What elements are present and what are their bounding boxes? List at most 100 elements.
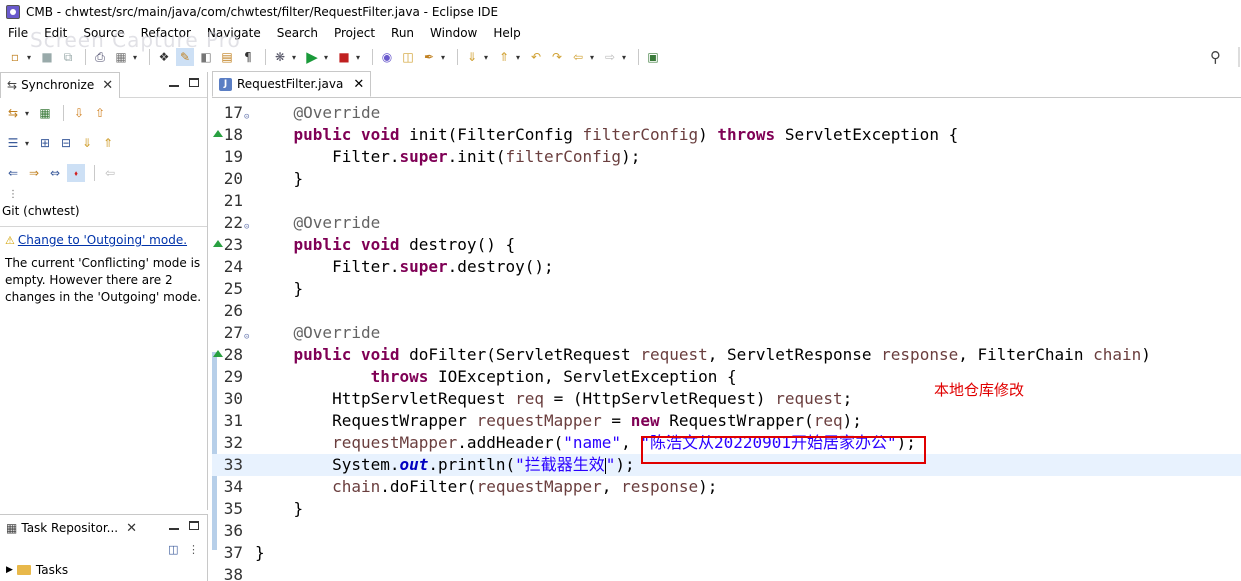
code-line[interactable]: 36 — [212, 520, 1241, 542]
run-dropdown-icon[interactable]: ▾ — [324, 53, 331, 62]
code-line[interactable]: 37} — [212, 542, 1241, 564]
save-all-icon[interactable]: ⧉ — [59, 48, 77, 66]
menu-help[interactable]: Help — [485, 26, 528, 40]
code-line[interactable]: 35 } — [212, 498, 1241, 520]
code-line[interactable]: 18 public void init(FilterConfig filterC… — [212, 124, 1241, 146]
change-mode-link-text[interactable]: Change to 'Outgoing' mode. — [18, 233, 187, 247]
save-icon[interactable]: ■ — [38, 48, 56, 66]
prev-annotation-icon[interactable]: ⇑ — [495, 48, 513, 66]
override-marker-icon[interactable] — [213, 240, 223, 247]
minimize-icon[interactable] — [169, 85, 179, 87]
outgoing-mode-icon[interactable]: ⇒ — [25, 164, 43, 182]
forward-dropdown-icon[interactable]: ▾ — [622, 53, 629, 62]
code-line[interactable]: 34 chain.doFilter(requestMapper, respons… — [212, 476, 1241, 498]
conflicting-mode-icon[interactable]: ⬪ — [67, 164, 85, 182]
code-line[interactable]: 26 — [212, 300, 1241, 322]
code-line[interactable]: 20 } — [212, 168, 1241, 190]
next-annotation-icon[interactable]: ⇓ — [463, 48, 481, 66]
annotation-dropdown-icon[interactable]: ▾ — [441, 53, 448, 62]
tab-task-repositories[interactable]: ▦ Task Repositor... ✕ — [0, 515, 144, 541]
open-type-icon[interactable]: ✎ — [176, 48, 194, 66]
back-icon[interactable]: ⇦ — [569, 48, 587, 66]
build-icon[interactable]: ▦ — [112, 48, 130, 66]
print-icon[interactable]: ⎙ — [91, 48, 109, 66]
forward-icon[interactable]: ⇨ — [601, 48, 619, 66]
chevron-right-icon[interactable]: ▶ — [6, 565, 13, 575]
push-icon[interactable]: ⇧ — [91, 104, 109, 122]
code-line[interactable]: 29 throws IOException, ServletException … — [212, 366, 1241, 388]
close-icon[interactable]: ✕ — [353, 77, 364, 92]
remove-icon[interactable]: ⇦ — [101, 164, 119, 182]
code-line[interactable]: 22 ⊝ @Override — [212, 212, 1241, 234]
synchronize-dropdown-icon[interactable]: ▾ — [25, 109, 32, 118]
menu-run[interactable]: Run — [383, 26, 422, 40]
menu-source[interactable]: Source — [75, 26, 132, 40]
build-dropdown-icon[interactable]: ▾ — [133, 53, 140, 62]
search-icon[interactable]: ⚲ — [1210, 48, 1221, 66]
code-line[interactable]: 17 ⊝ @Override — [212, 102, 1241, 124]
code-line[interactable]: 38 — [212, 564, 1241, 581]
menu-edit[interactable]: Edit — [36, 26, 75, 40]
code-line[interactable]: 24 Filter.super.destroy(); — [212, 256, 1241, 278]
collapse-all-icon[interactable]: ⊟ — [57, 134, 75, 152]
debug-dropdown-icon[interactable]: ▾ — [292, 53, 299, 62]
tree-item-tasks[interactable]: ▶ Tasks — [6, 563, 68, 577]
tab-requestfilter-java[interactable]: J RequestFilter.java ✕ — [212, 71, 372, 97]
more-options-icon[interactable]: ⋮ — [188, 543, 199, 556]
menu-refactor[interactable]: Refactor — [133, 26, 199, 40]
override-marker-icon[interactable] — [213, 350, 223, 357]
pull-icon[interactable]: ⇩ — [70, 104, 88, 122]
back-dropdown-icon[interactable]: ▾ — [590, 53, 597, 62]
override-marker-icon[interactable] — [213, 130, 223, 137]
prev-diff-icon[interactable]: ⇑ — [99, 134, 117, 152]
pin-icon[interactable]: ▦ — [36, 104, 54, 122]
new-dropdown-icon[interactable]: ▾ — [27, 53, 34, 62]
add-repository-icon[interactable]: ◫ — [168, 543, 178, 556]
show-whitespace-icon[interactable]: ▤ — [218, 48, 236, 66]
next-diff-icon[interactable]: ⇓ — [78, 134, 96, 152]
expand-all-icon[interactable]: ⊞ — [36, 134, 54, 152]
annotation-icon[interactable]: ✒ — [420, 48, 438, 66]
last-edit-icon[interactable]: ↶ — [527, 48, 545, 66]
open-task-icon[interactable]: ◉ — [378, 48, 396, 66]
run-external-icon[interactable]: ■ — [335, 48, 353, 66]
menu-project[interactable]: Project — [326, 26, 383, 40]
maximize-icon[interactable] — [189, 78, 199, 87]
open-folder-icon[interactable]: ◫ — [399, 48, 417, 66]
synchronize-mode-icon[interactable]: ⇆ — [4, 104, 22, 122]
pilcrow-icon[interactable]: ¶ — [239, 48, 257, 66]
code-line[interactable]: 25 } — [212, 278, 1241, 300]
code-area[interactable]: 17 ⊝ @Override 18 public void init(FilterC… — [212, 102, 1241, 581]
both-mode-icon[interactable]: ⇔ — [46, 164, 64, 182]
close-icon[interactable]: ✕ — [126, 521, 137, 536]
code-line[interactable]: 28 public void doFilter(ServletRequest r… — [212, 344, 1241, 366]
maximize-icon[interactable] — [189, 521, 199, 530]
layout-icon[interactable]: ☰ — [4, 134, 22, 152]
tab-synchronize[interactable]: ⇆ Synchronize ✕ — [0, 71, 121, 98]
change-mode-link[interactable]: ⚠ Change to 'Outgoing' mode. — [5, 233, 203, 247]
external-dropdown-icon[interactable]: ▾ — [356, 53, 363, 62]
minimize-icon[interactable] — [169, 528, 179, 530]
incoming-mode-icon[interactable]: ⇐ — [4, 164, 22, 182]
last-edit-forward-icon[interactable]: ↷ — [548, 48, 566, 66]
layout-dropdown-icon[interactable]: ▾ — [25, 139, 32, 148]
open-resource-icon[interactable]: ◧ — [197, 48, 215, 66]
code-line[interactable]: 31 RequestWrapper requestMapper = new Re… — [212, 410, 1241, 432]
code-line[interactable]: 30 HttpServletRequest req = (HttpServlet… — [212, 388, 1241, 410]
code-line[interactable]: 27 ⊝ @Override — [212, 322, 1241, 344]
code-line[interactable]: 21 — [212, 190, 1241, 212]
debug-icon[interactable]: ❋ — [271, 48, 289, 66]
menu-navigate[interactable]: Navigate — [199, 26, 269, 40]
menu-search[interactable]: Search — [269, 26, 326, 40]
toggle-mark-icon[interactable]: ❖ — [155, 48, 173, 66]
next-dropdown-icon[interactable]: ▾ — [484, 53, 491, 62]
code-line[interactable]: 19 Filter.super.init(filterConfig); — [212, 146, 1241, 168]
close-icon[interactable]: ✕ — [102, 78, 113, 93]
more-options-icon[interactable]: ⋮ — [0, 188, 207, 202]
menu-file[interactable]: File — [0, 26, 36, 40]
prev-dropdown-icon[interactable]: ▾ — [516, 53, 523, 62]
code-line[interactable]: 23 public void destroy() { — [212, 234, 1241, 256]
open-perspective-icon[interactable]: ▣ — [644, 48, 662, 66]
new-icon[interactable]: ▫ — [6, 48, 24, 66]
run-icon[interactable]: ▶ — [303, 48, 321, 66]
